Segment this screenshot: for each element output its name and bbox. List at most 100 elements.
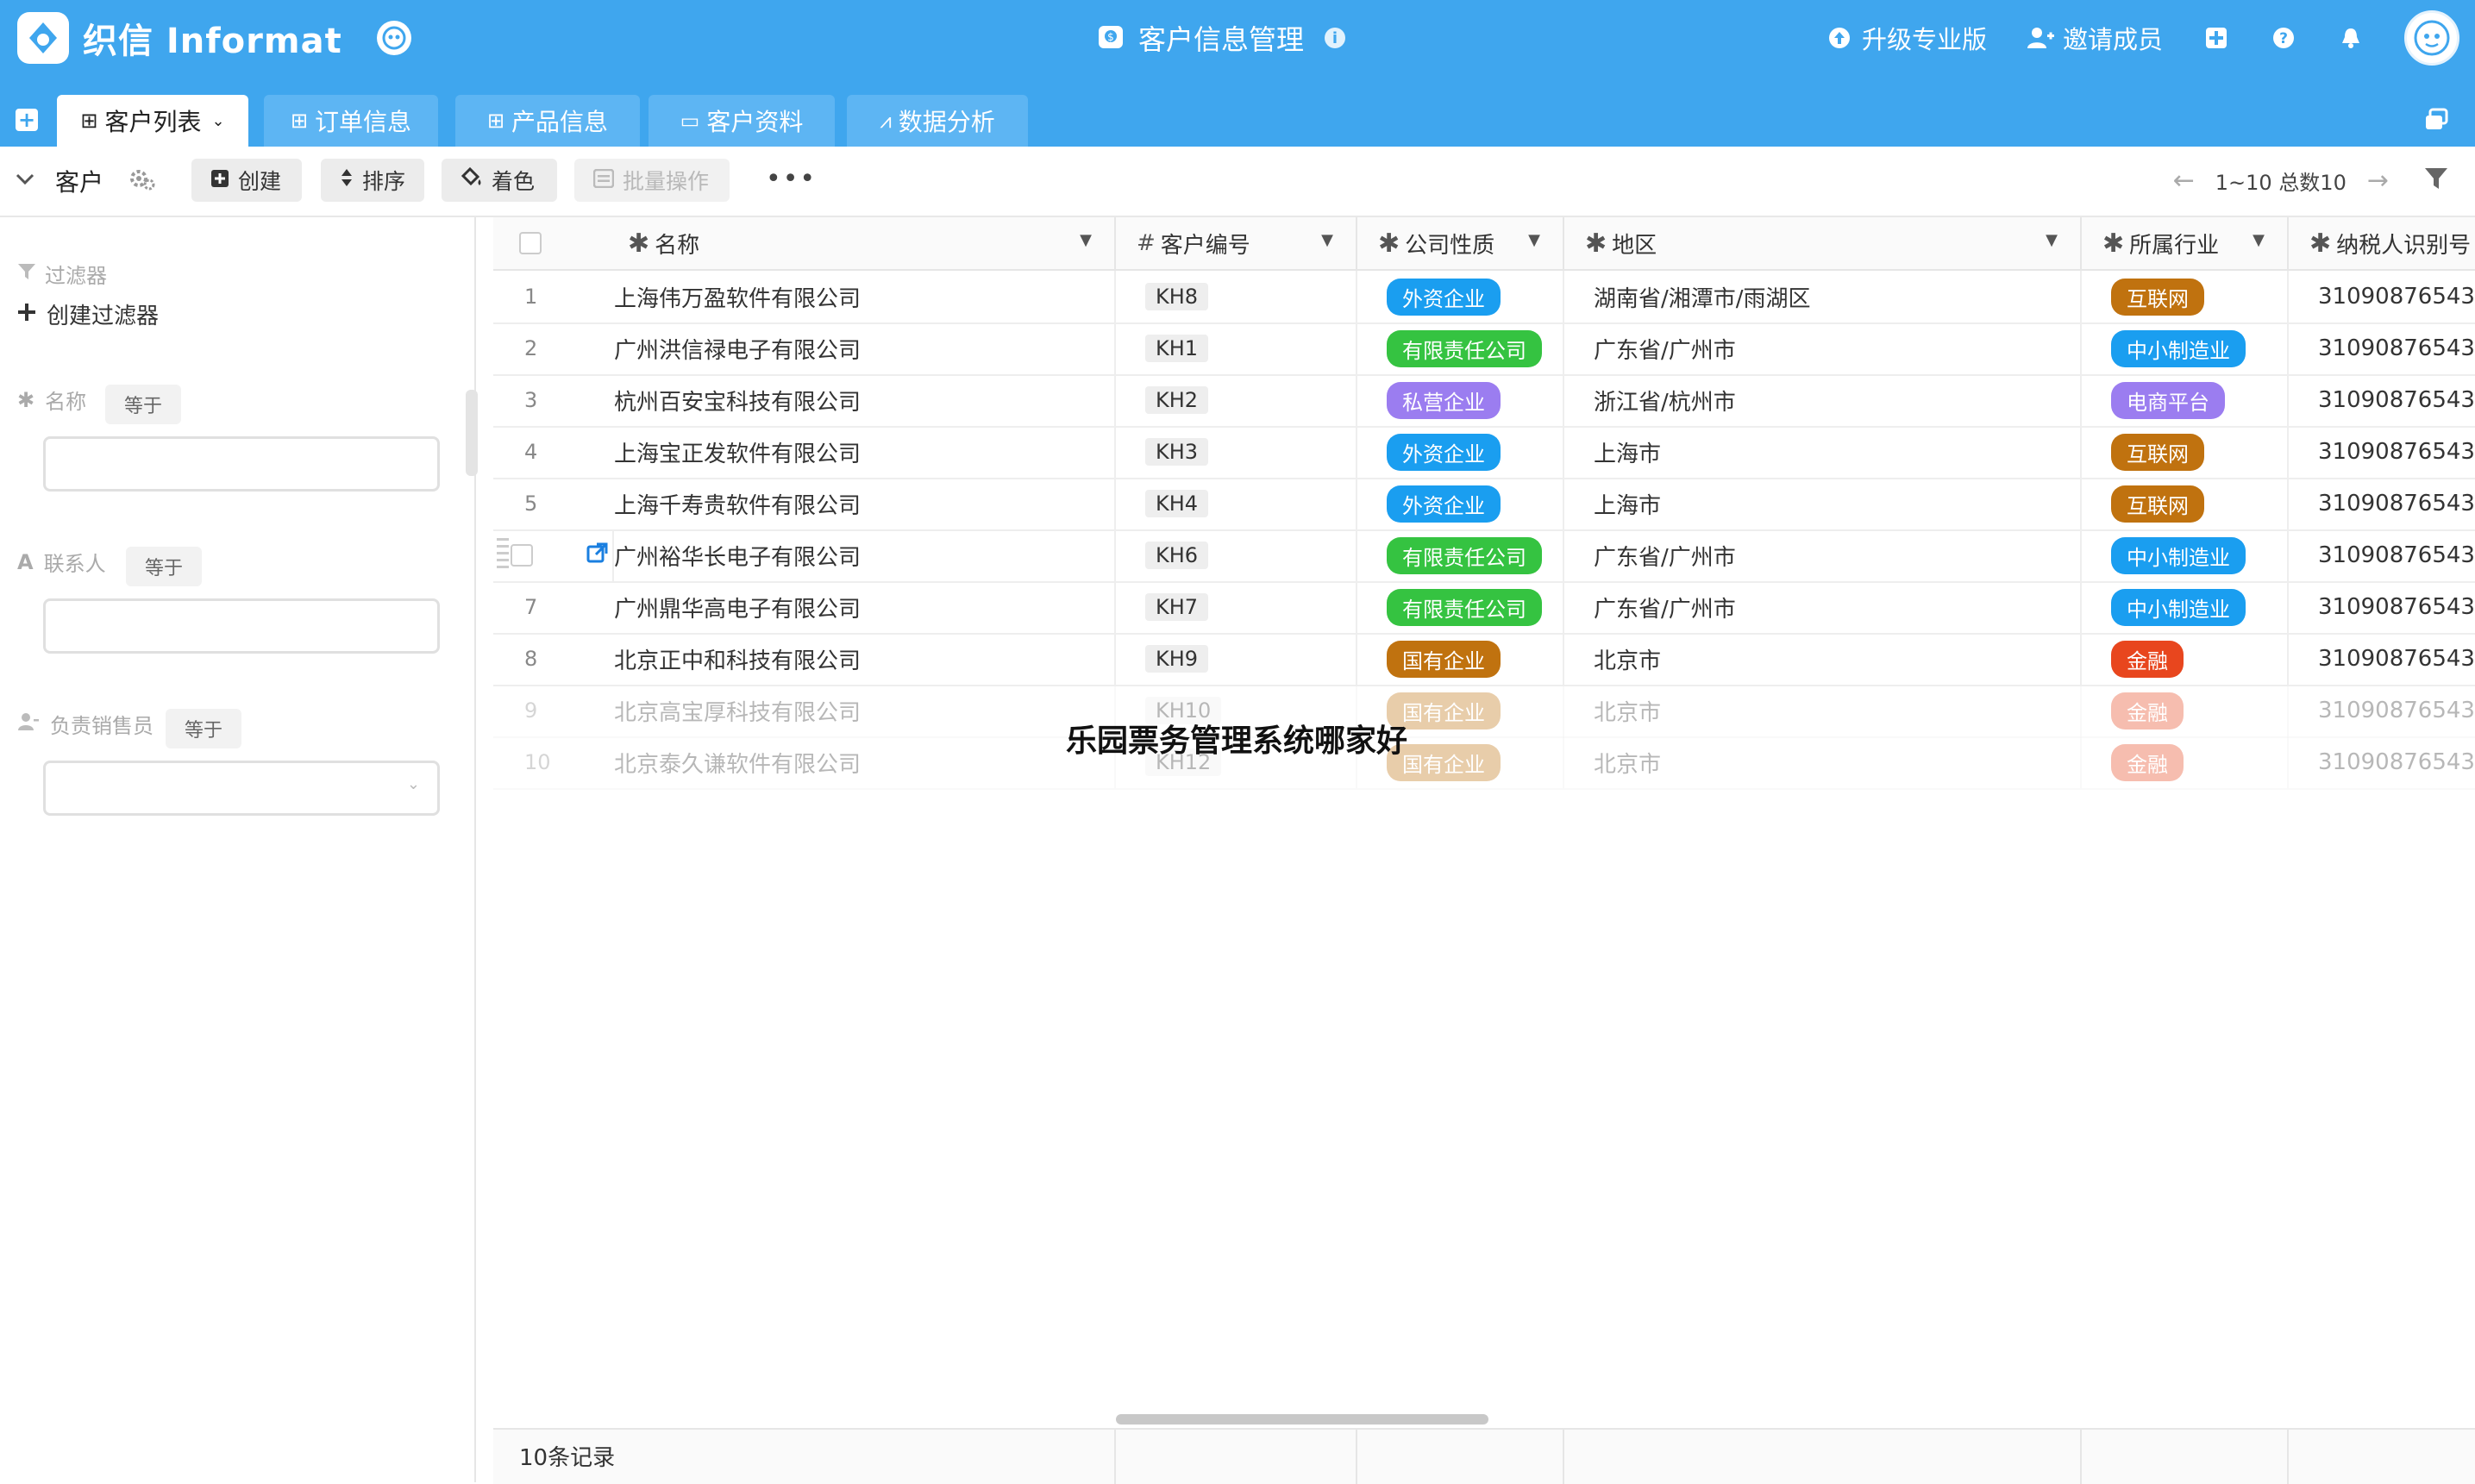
tab-product-info[interactable]: ⊞ 产品信息 [455, 95, 640, 147]
table-row[interactable]: 5 上海千寿贵软件有限公司 KH4 外资企业 上海市 互联网 310908765434 [493, 478, 2475, 531]
filter-icon[interactable] [2423, 166, 2451, 193]
column-header-code[interactable]: # 客户编号 ▼ [1116, 217, 1357, 269]
table-row[interactable]: 4 上海宝正发软件有限公司 KH3 外资企业 上海市 互联网 310908765434 [493, 426, 2475, 479]
cell-nature[interactable]: 国有企业 [1357, 633, 1564, 685]
drag-handle-icon[interactable] [497, 538, 509, 573]
cell-region[interactable]: 广东省/广州市 [1564, 529, 2082, 581]
horizontal-scrollbar[interactable] [1116, 1414, 1488, 1425]
tab-order-info[interactable]: ⊞ 订单信息 [264, 95, 438, 147]
column-header-region[interactable]: ✱ 地区 ▼ [1564, 217, 2082, 269]
cell-nature[interactable]: 私营企业 [1357, 374, 1564, 426]
column-header-nature[interactable]: ✱ 公司性质 ▼ [1357, 217, 1564, 269]
cell-region[interactable]: 北京市 [1564, 633, 2082, 685]
sort-button[interactable]: 排序 [321, 159, 424, 202]
cell-industry[interactable]: 电商平台 [2082, 374, 2289, 426]
cell-industry[interactable]: 互联网 [2082, 271, 2289, 322]
cell-region[interactable]: 上海市 [1564, 478, 2082, 529]
cell-nature[interactable]: 外资企业 [1357, 426, 1564, 478]
table-row[interactable]: 2 广州洪信禄电子有限公司 KH1 有限责任公司 广东省/广州市 中小制造业 3109087… [493, 322, 2475, 376]
caret-down-icon[interactable]: ▼ [1321, 231, 1333, 249]
cell-name[interactable]: 上海千寿贵软件有限公司 [614, 478, 1116, 529]
filter-contact-input[interactable] [43, 598, 440, 654]
cell-name[interactable]: 广州洪信禄电子有限公司 [614, 322, 1116, 374]
cell-code[interactable]: KH9 [1116, 633, 1357, 685]
caret-down-icon[interactable]: ▼ [2046, 231, 2058, 249]
cell-nature[interactable]: 有限责任公司 [1357, 581, 1564, 633]
cell-region[interactable]: 上海市 [1564, 426, 2082, 478]
window-icon[interactable] [2423, 107, 2449, 133]
create-filter-button[interactable]: 创建过滤器 [17, 298, 159, 330]
cell-region[interactable]: 广东省/广州市 [1564, 581, 2082, 633]
cell-nature[interactable]: 有限责任公司 [1357, 529, 1564, 581]
cell-name[interactable]: 北京高宝厚科技有限公司 [614, 685, 1116, 736]
bell-icon[interactable] [2337, 24, 2365, 52]
more-icon[interactable]: ••• [766, 164, 817, 194]
tab-data-analysis[interactable]: ⩘ 数据分析 [847, 95, 1028, 147]
cell-tax-id[interactable]: 310908765434 [2289, 322, 2475, 374]
cell-region[interactable]: 北京市 [1564, 685, 2082, 736]
cell-industry[interactable]: 中小制造业 [2082, 581, 2289, 633]
cell-tax-id[interactable]: 310908765434 [2289, 633, 2475, 685]
cell-name[interactable]: 广州裕华长电子有限公司 [614, 529, 1116, 581]
tab-customer-list[interactable]: ⊞ 客户列表 ⌄ [57, 95, 248, 147]
cell-tax-id[interactable]: 310908765434 [2289, 529, 2475, 581]
filter-sales-select[interactable]: ⌄ [43, 761, 440, 816]
cell-name[interactable]: 广州鼎华高电子有限公司 [614, 581, 1116, 633]
filter-operator-select[interactable]: 等于 [166, 709, 242, 748]
table-row[interactable]: 广州裕华长电子有限公司 KH6 有限责任公司 广东省/广州市 中小制造业 31090876… [493, 529, 2475, 583]
cell-tax-id[interactable]: 310908765434 [2289, 685, 2475, 736]
invite-member-button[interactable]: 邀请成员 [2027, 20, 2163, 56]
cell-region[interactable]: 北京市 [1564, 736, 2082, 788]
cell-name[interactable]: 杭州百安宝科技有限公司 [614, 374, 1116, 426]
collapse-icon[interactable] [14, 167, 38, 191]
cell-tax-id[interactable]: 310908765434 [2289, 426, 2475, 478]
cell-tax-id[interactable]: 310908765434 [2289, 478, 2475, 529]
filter-operator-select[interactable]: 等于 [105, 385, 182, 424]
open-record-icon[interactable] [586, 542, 609, 569]
filter-operator-select[interactable]: 等于 [126, 547, 203, 586]
add-icon[interactable] [2202, 24, 2230, 52]
cell-nature[interactable]: 外资企业 [1357, 478, 1564, 529]
cell-industry[interactable]: 中小制造业 [2082, 529, 2289, 581]
column-header-industry[interactable]: ✱ 所属行业 ▼ [2082, 217, 2289, 269]
cell-nature[interactable]: 外资企业 [1357, 271, 1564, 322]
cell-code[interactable]: KH4 [1116, 478, 1357, 529]
cell-region[interactable]: 湖南省/湘潭市/雨湖区 [1564, 271, 2082, 322]
caret-down-icon[interactable]: ▼ [1528, 231, 1540, 249]
caret-down-icon[interactable]: ▼ [1080, 231, 1092, 249]
settings-gear-icon[interactable] [128, 166, 157, 195]
batch-operation-button[interactable]: 批量操作 [574, 159, 730, 202]
help-icon[interactable]: ? [2270, 24, 2297, 52]
add-tab-icon[interactable]: + [16, 109, 38, 131]
cell-industry[interactable]: 金融 [2082, 685, 2289, 736]
table-row[interactable]: 8 北京正中和科技有限公司 KH9 国有企业 北京市 金融 310908765434 [493, 633, 2475, 686]
select-all-checkbox[interactable] [519, 232, 542, 254]
tab-customer-docs[interactable]: ▭ 客户资料 [649, 95, 835, 147]
cell-industry[interactable]: 互联网 [2082, 426, 2289, 478]
table-row[interactable]: 3 杭州百安宝科技有限公司 KH2 私营企业 浙江省/杭州市 电商平台 3109087654… [493, 374, 2475, 428]
cell-industry[interactable]: 金融 [2082, 736, 2289, 788]
row-checkbox[interactable] [511, 544, 533, 567]
cell-code[interactable]: KH1 [1116, 322, 1357, 374]
user-avatar[interactable] [2404, 10, 2459, 66]
arrow-left-icon[interactable]: ← [2173, 166, 2195, 196]
info-icon[interactable]: i [1325, 28, 1346, 48]
filter-name-input[interactable] [43, 436, 440, 492]
cell-name[interactable]: 上海宝正发软件有限公司 [614, 426, 1116, 478]
cell-name[interactable]: 上海伟万盈软件有限公司 [614, 271, 1116, 322]
column-header-name[interactable]: ✱ 名称 ▼ [493, 217, 1116, 269]
cell-industry[interactable]: 互联网 [2082, 478, 2289, 529]
table-row[interactable]: 1 上海伟万盈软件有限公司 KH8 外资企业 湖南省/湘潭市/雨湖区 互联网 3109087… [493, 271, 2475, 324]
caret-down-icon[interactable]: ▼ [2253, 231, 2265, 249]
color-button[interactable]: 着色 [442, 159, 557, 202]
cell-nature[interactable]: 有限责任公司 [1357, 322, 1564, 374]
table-row[interactable]: 7 广州鼎华高电子有限公司 KH7 有限责任公司 广东省/广州市 中小制造业 3109087… [493, 581, 2475, 635]
cell-tax-id[interactable]: 310908765434 [2289, 374, 2475, 426]
cell-tax-id[interactable]: 310908765434 [2289, 736, 2475, 788]
cell-region[interactable]: 浙江省/杭州市 [1564, 374, 2082, 426]
cell-code[interactable]: KH7 [1116, 581, 1357, 633]
cell-code[interactable]: KH6 [1116, 529, 1357, 581]
create-button[interactable]: 创建 [191, 159, 302, 202]
cell-name[interactable]: 北京泰久谦软件有限公司 [614, 736, 1116, 788]
row-select-cell[interactable] [493, 529, 614, 581]
